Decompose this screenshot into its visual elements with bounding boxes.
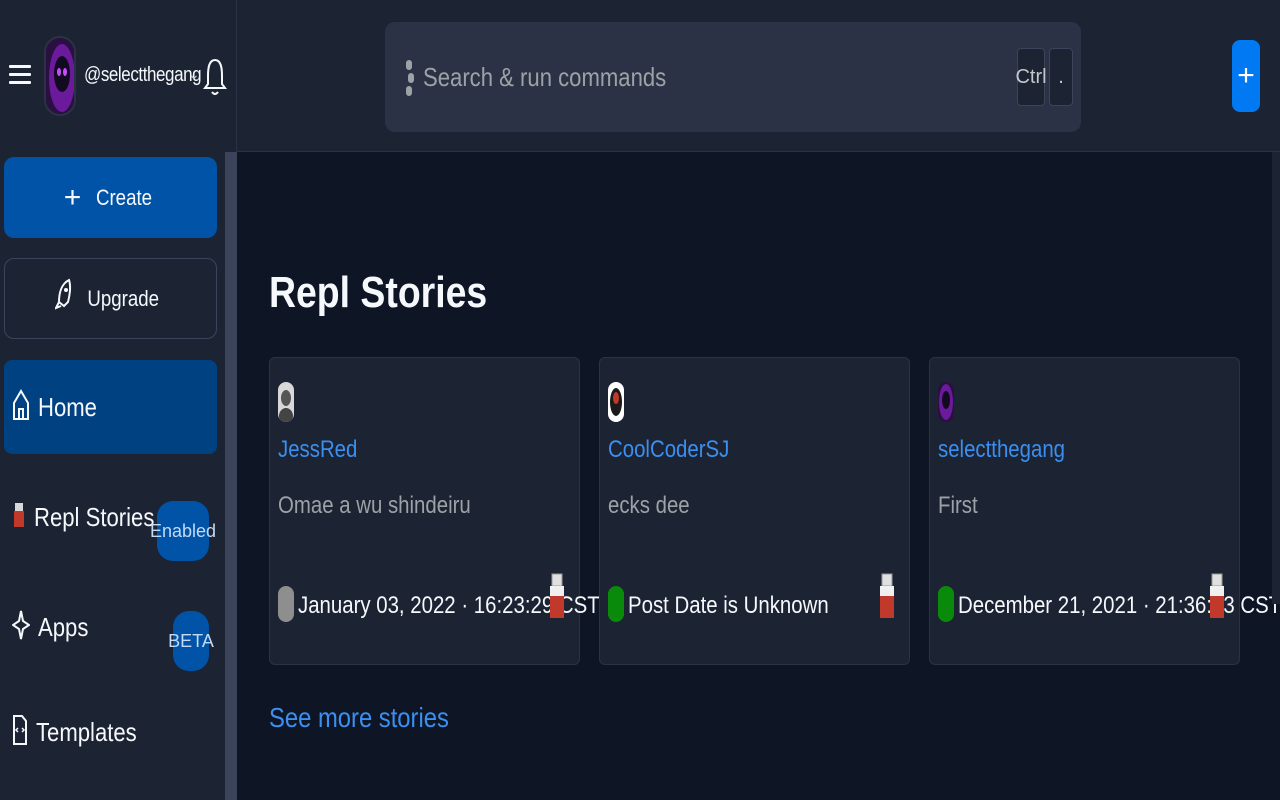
page-title: Repl Stories xyxy=(269,268,488,317)
avatar[interactable] xyxy=(278,382,294,422)
see-more-stories-link[interactable]: See more stories xyxy=(269,702,449,734)
page-scrollbar[interactable] xyxy=(1272,152,1280,604)
story-author[interactable]: CoolCoderSJ xyxy=(608,436,729,464)
status-dot xyxy=(608,586,624,622)
username[interactable]: @selectthegang xyxy=(84,64,202,87)
story-date: Post Date is Unknown xyxy=(628,592,829,619)
status-dot xyxy=(938,586,954,622)
rocket-icon xyxy=(54,278,73,319)
create-button[interactable]: + Create xyxy=(4,157,217,238)
beta-badge: BETA xyxy=(168,611,214,671)
upgrade-button[interactable]: Upgrade xyxy=(4,258,217,339)
story-text: First xyxy=(938,492,978,519)
apps-icon xyxy=(11,607,31,648)
menu-icon[interactable] xyxy=(9,60,31,92)
sidebar-item-label: Home xyxy=(38,391,97,422)
sidebar-item-label: Repl Stories xyxy=(34,501,155,532)
usb-icon xyxy=(12,501,26,534)
plus-icon: + xyxy=(63,180,82,214)
sidebar-header: @selectthegang ⌄ xyxy=(0,0,237,152)
sidebar-item-apps[interactable]: Apps BETA xyxy=(4,580,217,674)
shortcut-key-ctrl: Ctrl xyxy=(1015,48,1047,106)
status-dot xyxy=(278,586,294,622)
sidebar: @selectthegang ⌄ + Create Upgrade Home R… xyxy=(0,0,237,800)
home-icon xyxy=(12,387,30,428)
avatar[interactable] xyxy=(938,382,954,422)
sidebar-item-label: Templates xyxy=(36,716,137,747)
status-badge: Enabled xyxy=(150,501,216,561)
sidebar-item-label: Apps xyxy=(38,611,89,642)
story-card[interactable]: JessRed Omae a wu shindeiru January 03, … xyxy=(269,357,600,665)
topbar: Search & run commands Ctrl . + xyxy=(237,0,1280,152)
story-author[interactable]: selectthegang xyxy=(938,436,1065,464)
search-input[interactable]: Search & run commands Ctrl . xyxy=(385,22,1081,132)
avatar[interactable] xyxy=(44,36,76,116)
template-file-icon xyxy=(12,712,28,753)
chevron-down-icon[interactable]: ⌄ xyxy=(188,66,200,83)
usb-icon xyxy=(879,572,895,620)
story-text: ecks dee xyxy=(608,492,690,519)
story-card[interactable]: selectthegang First December 21, 2021 · … xyxy=(929,357,1280,665)
sidebar-item-templates[interactable]: Templates xyxy=(4,685,217,779)
bell-icon[interactable] xyxy=(203,54,227,100)
story-card[interactable]: CoolCoderSJ ecks dee Post Date is Unknow… xyxy=(599,357,910,665)
sidebar-scrollbar[interactable] xyxy=(225,152,237,800)
story-text: Omae a wu shindeiru xyxy=(278,492,471,519)
shortcut-key-period: . xyxy=(1049,48,1073,106)
new-repl-button[interactable]: + xyxy=(1232,40,1260,112)
search-placeholder: Search & run commands xyxy=(423,62,667,92)
usb-icon xyxy=(549,572,565,620)
usb-icon xyxy=(1209,572,1225,620)
sidebar-item-home[interactable]: Home xyxy=(4,360,217,454)
story-author[interactable]: JessRed xyxy=(278,436,357,464)
upgrade-label: Upgrade xyxy=(87,285,160,311)
command-icon xyxy=(403,58,417,98)
create-label: Create xyxy=(96,184,153,210)
sidebar-item-repl-stories[interactable]: Repl Stories Enabled xyxy=(4,470,217,564)
story-date: December 21, 2021 · 21:36:03 CST xyxy=(958,592,1280,619)
avatar[interactable] xyxy=(608,382,624,422)
